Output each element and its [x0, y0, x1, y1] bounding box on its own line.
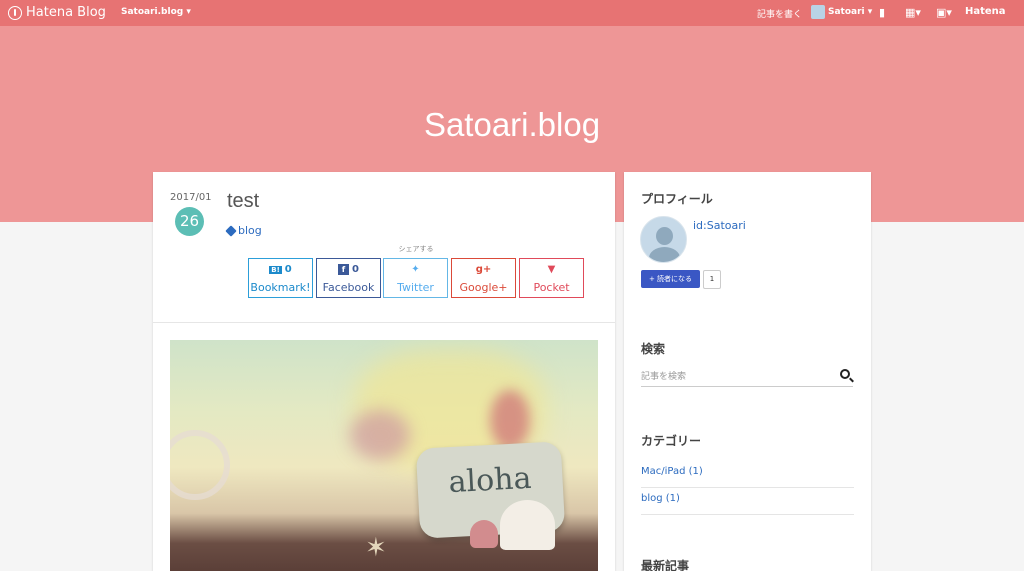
article-divider — [153, 322, 615, 323]
post-date-year-month[interactable]: 2017/01 — [170, 192, 212, 203]
logo-text: Hatena Blog — [26, 5, 106, 20]
facebook-icon: f — [338, 264, 350, 275]
bookmark-icon[interactable]: ▮ — [879, 6, 885, 19]
write-post-link[interactable]: 記事を書く — [757, 7, 802, 20]
post-photo: aloha ✶ — [170, 340, 598, 571]
googleplus-label: Google+ — [459, 281, 508, 294]
share-googleplus-button[interactable]: g+ Google+ — [451, 258, 516, 298]
share-pocket-button[interactable]: ▼ Pocket — [519, 258, 584, 298]
article-card: 2017/01 26 test blog シェアする B! 0 Bookmark!… — [153, 172, 615, 571]
photo-white-shell — [500, 500, 555, 550]
photo-pink-shell — [470, 520, 498, 548]
hatena-blog-logo[interactable]: Hatena Blog — [8, 5, 106, 20]
global-header: Hatena Blog Satoari.blog ▾ 記事を書く Satoari… — [0, 0, 1024, 26]
photo-bokeh-figure — [350, 410, 410, 460]
photo-wheel-shape — [170, 430, 230, 500]
hatena-bookmark-icon: B! — [269, 266, 282, 274]
post-category-tag[interactable]: blog — [225, 224, 262, 237]
hatena-logo-icon — [8, 5, 22, 20]
facebook-count: f0 — [317, 264, 380, 278]
facebook-label: Facebook — [322, 281, 375, 294]
bookmark-count: B! 0 — [269, 264, 292, 275]
avatar-body-shape — [649, 247, 680, 262]
subscribe-button[interactable]: + 読者になる — [641, 270, 700, 288]
search-heading: 検索 — [641, 342, 666, 356]
profile-id-link[interactable]: id:Satoari — [693, 219, 746, 232]
share-bookmark-button[interactable]: B! 0 Bookmark! — [248, 258, 313, 298]
share-twitter-button[interactable]: ✦ Twitter — [383, 258, 448, 298]
comment-icon[interactable]: ▣▾ — [936, 6, 952, 19]
user-name: Satoari ▾ — [828, 7, 873, 17]
user-menu[interactable]: Satoari ▾ — [811, 5, 872, 19]
search-input[interactable] — [641, 367, 853, 387]
post-date-day[interactable]: 26 — [175, 207, 204, 236]
category-item-macipad[interactable]: Mac/iPad (1) — [641, 461, 854, 488]
subscriber-count[interactable]: 1 — [703, 270, 721, 289]
share-label: シェアする — [398, 245, 434, 253]
tag-icon — [225, 224, 237, 237]
recent-posts-heading: 最新記事 — [641, 559, 690, 571]
profile-heading: プロフィール — [641, 192, 713, 206]
pocket-icon: ▼ — [547, 264, 556, 275]
twitter-bird-icon: ✦ — [411, 264, 420, 275]
blog-title[interactable]: Satoari.blog — [0, 106, 1024, 144]
apps-grid-icon[interactable]: ▦▾ — [905, 6, 921, 19]
blog-selector[interactable]: Satoari.blog ▾ — [121, 7, 191, 17]
pocket-label: Pocket — [533, 281, 570, 294]
photo-bokeh-figure — [490, 390, 530, 450]
tag-label: blog — [238, 224, 262, 237]
sidebar: プロフィール id:Satoari + 読者になる 1 検索 カテゴリー Mac… — [624, 172, 871, 571]
google-plus-icon: g+ — [475, 264, 492, 275]
pillow-text: aloha — [447, 460, 533, 501]
category-heading: カテゴリー — [641, 434, 702, 448]
twitter-label: Twitter — [397, 281, 434, 294]
search-icon[interactable] — [840, 369, 850, 379]
avatar-head-shape — [656, 227, 673, 245]
bookmark-label: Bookmark! — [250, 281, 311, 294]
photo-starfish: ✶ — [365, 533, 387, 563]
hatena-brand-link[interactable]: Hatena — [965, 6, 1006, 17]
profile-avatar[interactable] — [640, 216, 687, 263]
user-avatar-icon — [811, 5, 825, 19]
share-facebook-button[interactable]: f0 Facebook — [316, 258, 381, 298]
category-item-blog[interactable]: blog (1) — [641, 488, 854, 515]
post-title[interactable]: test — [227, 190, 259, 213]
